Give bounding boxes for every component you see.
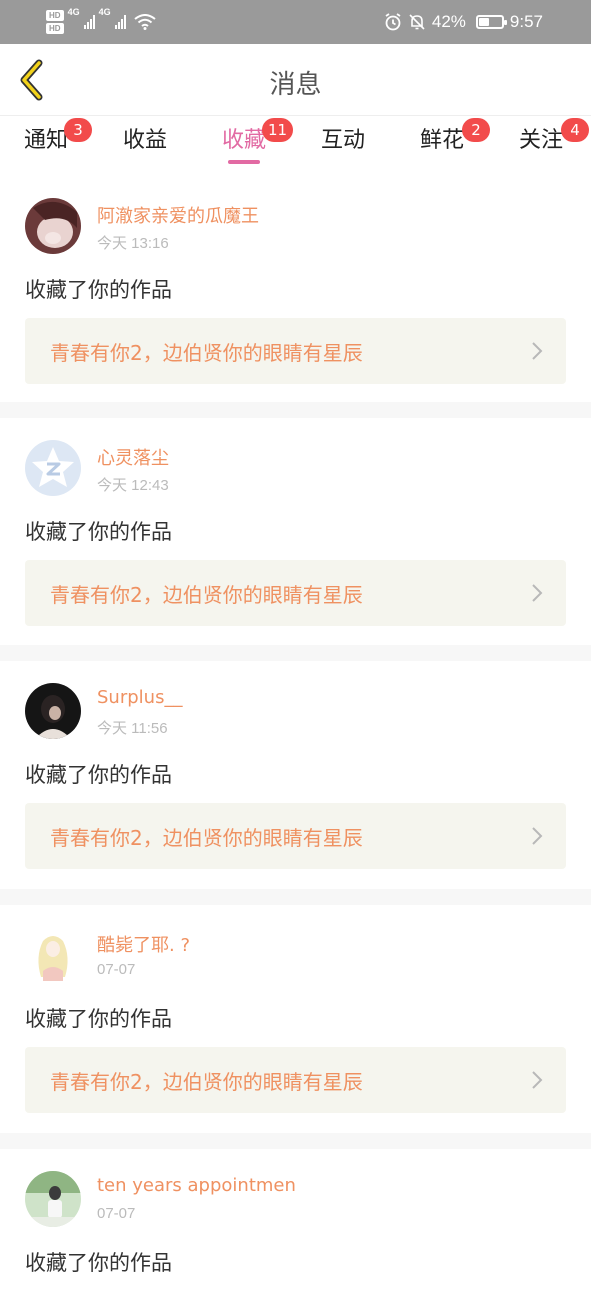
- tab-label: 关注: [519, 128, 564, 153]
- tab-bar: 通知 3 收益 收藏 11 互动 鲜花 2 关注 4: [0, 116, 591, 176]
- avatar[interactable]: [25, 1171, 81, 1227]
- signal-icon: [83, 15, 95, 29]
- timestamp: 今天 13:16: [97, 235, 169, 252]
- chevron-right-icon: [532, 584, 543, 602]
- chevron-right-icon: [532, 827, 543, 845]
- tab-label: 收藏: [222, 128, 267, 153]
- status-bar: HD HD 4G 4G 42% 9:57: [0, 0, 591, 44]
- favorites-feed: 阿澈家亲爱的瓜魔王 今天 13:16 收藏了你的作品 青春有你2，边伯贤你的眼睛…: [0, 176, 591, 1289]
- tab-badge: 2: [462, 118, 490, 142]
- avatar-image: [25, 198, 81, 254]
- tab-badge: 3: [64, 118, 92, 142]
- work-title: 青春有你2，边伯贤你的眼睛有星辰: [50, 1070, 363, 1094]
- action-text: 收藏了你的作品: [25, 1007, 172, 1031]
- chevron-right-icon: [532, 342, 543, 360]
- timestamp: 今天 11:56: [97, 720, 168, 737]
- avatar[interactable]: [25, 440, 81, 496]
- action-text: 收藏了你的作品: [25, 1251, 172, 1275]
- battery-fill: [478, 18, 489, 26]
- battery-icon: [475, 15, 507, 29]
- work-title: 青春有你2，边伯贤你的眼睛有星辰: [50, 583, 363, 607]
- tab-badge: 11: [262, 118, 294, 142]
- alarm-icon: [385, 13, 401, 31]
- divider: [0, 889, 591, 905]
- hd-badge-2: HD: [46, 23, 64, 34]
- hd-badge-1: HD: [46, 10, 64, 21]
- list-item: 阿澈家亲爱的瓜魔王 今天 13:16 收藏了你的作品 青春有你2，边伯贤你的眼睛…: [0, 176, 591, 402]
- clock: 9:57: [509, 12, 543, 31]
- tab-label: 通知: [24, 128, 69, 153]
- network-type-2: 4G: [98, 7, 111, 17]
- tab-label: 鲜花: [420, 128, 465, 153]
- divider: [0, 1133, 591, 1149]
- action-text: 收藏了你的作品: [25, 520, 172, 544]
- work-title: 青春有你2，边伯贤你的眼睛有星辰: [50, 826, 363, 850]
- tab-flowers[interactable]: 鲜花 2: [420, 118, 490, 170]
- avatar[interactable]: [25, 198, 81, 254]
- page-title: 消息: [269, 70, 322, 100]
- work-title: 青春有你2，边伯贤你的眼睛有星辰: [50, 341, 363, 365]
- work-link[interactable]: 青春有你2，边伯贤你的眼睛有星辰: [25, 803, 566, 869]
- status-right: 42% 9:57: [384, 9, 543, 35]
- avatar[interactable]: [25, 927, 81, 983]
- timestamp: 07-07: [97, 1205, 136, 1222]
- work-link[interactable]: 青春有你2，边伯贤你的眼睛有星辰: [25, 560, 566, 626]
- list-item: 酷毙了耶. ? 07-07 收藏了你的作品 青春有你2，边伯贤你的眼睛有星辰: [0, 905, 591, 1133]
- username[interactable]: 酷毙了耶. ?: [97, 931, 190, 957]
- tab-badge: 4: [561, 118, 589, 142]
- username[interactable]: ten years appointmen: [97, 1175, 296, 1196]
- tab-label: 收益: [123, 128, 168, 153]
- chevron-right-icon: [532, 1071, 543, 1089]
- work-link[interactable]: 青春有你2，边伯贤你的眼睛有星辰: [25, 318, 566, 384]
- list-item: Surplus__ 今天 11:56 收藏了你的作品 青春有你2，边伯贤你的眼睛…: [0, 661, 591, 889]
- list-item: ten years appointmen 07-07 收藏了你的作品: [0, 1149, 591, 1289]
- avatar-image: [25, 1171, 81, 1227]
- tab-interactions[interactable]: 互动: [321, 126, 365, 170]
- divider: [0, 402, 591, 418]
- status-left: HD HD 4G 4G: [46, 7, 156, 37]
- avatar-image: [25, 683, 81, 739]
- timestamp: 今天 12:43: [97, 477, 169, 494]
- username[interactable]: 阿澈家亲爱的瓜魔王: [97, 202, 259, 228]
- network-type-1: 4G: [67, 7, 80, 17]
- active-tab-indicator: [228, 160, 261, 164]
- list-item: 心灵落尘 今天 12:43 收藏了你的作品 青春有你2，边伯贤你的眼睛有星辰: [0, 418, 591, 645]
- avatar-default-star-icon: [25, 440, 81, 496]
- wifi-icon: [133, 14, 156, 30]
- avatar[interactable]: [25, 683, 81, 739]
- signal-icon-2: [114, 15, 126, 29]
- timestamp: 07-07: [97, 961, 136, 978]
- work-link[interactable]: 青春有你2，边伯贤你的眼睛有星辰: [25, 1047, 566, 1113]
- hd-indicators: HD HD: [46, 10, 64, 34]
- action-text: 收藏了你的作品: [25, 763, 172, 787]
- username[interactable]: Surplus__: [97, 687, 182, 708]
- username[interactable]: 心灵落尘: [97, 444, 169, 470]
- avatar-image: [25, 927, 81, 983]
- tab-favorites[interactable]: 收藏 11: [222, 118, 294, 170]
- divider: [0, 645, 591, 661]
- battery-percent: 42%: [431, 12, 466, 31]
- tab-earnings[interactable]: 收益: [123, 126, 167, 170]
- mute-icon: [409, 14, 425, 30]
- tab-following[interactable]: 关注 4: [519, 118, 589, 170]
- app-header: 消息: [0, 44, 591, 116]
- tab-label: 互动: [321, 128, 366, 153]
- tab-notifications[interactable]: 通知 3: [24, 118, 92, 170]
- action-text: 收藏了你的作品: [25, 278, 172, 302]
